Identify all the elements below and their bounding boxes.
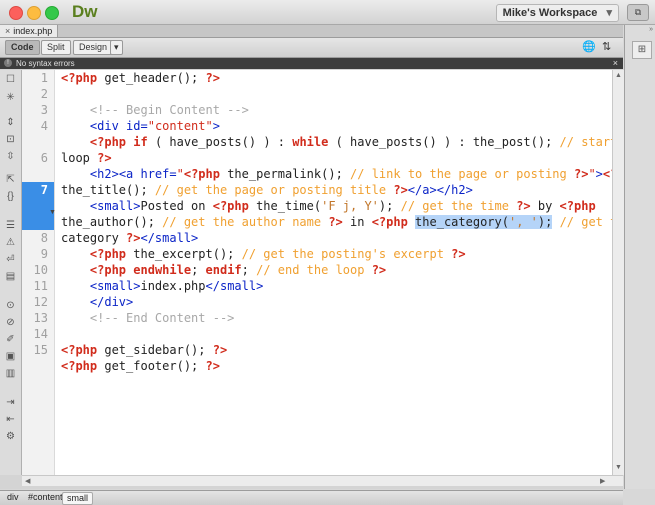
- scroll-left-icon[interactable]: ◀: [25, 477, 30, 485]
- document-toolbar: Code Split Design ▾ 🌐 ⇅: [0, 38, 623, 58]
- code-line: the_title(); // get the page or posting …: [61, 183, 473, 197]
- syntax-status-text: No syntax errors: [16, 59, 75, 68]
- line-number-gutter: 1 2 3 4 6 7 8 9 10 11 12 13 14 15: [22, 70, 55, 475]
- selected-text: the_category(', ');: [415, 215, 553, 229]
- horizontal-scrollbar[interactable]: ◀ ▶: [22, 475, 623, 486]
- outdent-code-icon[interactable]: ⇤: [4, 414, 17, 426]
- tag-selector-small[interactable]: small: [62, 492, 94, 505]
- code-line: the_author(); // get the author name ?> …: [61, 215, 612, 229]
- code-line: category ?></small>: [61, 231, 199, 245]
- view-dropdown[interactable]: ▾: [110, 40, 123, 55]
- line-number: 9: [40, 247, 48, 261]
- zoom-window-button[interactable]: [45, 6, 59, 20]
- code-line: <?php get_footer(); ?>: [61, 359, 220, 373]
- code-editor[interactable]: <?php get_header(); ?> <!-- Begin Conten…: [55, 70, 612, 475]
- balance-braces-icon[interactable]: {}: [4, 191, 17, 203]
- tag-selector-content[interactable]: #content: [24, 492, 67, 503]
- code-line: <h2><a href="<?php the_permalink(); // l…: [89, 167, 612, 181]
- code-line: <small>Posted on <?php the_time('F j, Y'…: [89, 199, 596, 213]
- select-parent-tag-icon[interactable]: ⇱: [4, 174, 17, 186]
- line-number: 13: [33, 311, 48, 325]
- code-line: <!-- End Content -->: [61, 311, 235, 325]
- scroll-up-icon[interactable]: ▲: [615, 72, 622, 79]
- indent-code-icon[interactable]: ⇥: [4, 397, 17, 409]
- line-number: 8: [40, 231, 48, 245]
- info-icon: !: [4, 59, 12, 67]
- collapse-panel-icon[interactable]: »: [649, 26, 653, 33]
- code-line: <?php endwhile; endif; // end the loop ?…: [89, 263, 387, 277]
- expand-all-icon[interactable]: ⇳: [4, 151, 17, 163]
- apply-comment-icon[interactable]: ⊙: [4, 300, 17, 312]
- document-window: × index.php Code Split Design ▾ 🌐 ⇅ ! No …: [0, 25, 624, 505]
- workspace-switcher[interactable]: Mike's Workspace ▾: [495, 4, 619, 22]
- collapse-selection-icon[interactable]: ⊡: [4, 134, 17, 146]
- format-source-icon[interactable]: ⚙: [4, 431, 17, 443]
- line-number: 2: [40, 87, 48, 101]
- code-view-button[interactable]: Code: [5, 40, 40, 55]
- globe-icon[interactable]: 🌐: [582, 40, 596, 53]
- remove-comment-icon[interactable]: ⊘: [4, 317, 17, 329]
- code-line: <small>index.php</small>: [89, 279, 264, 293]
- collapse-full-tag-icon[interactable]: ⇕: [4, 117, 17, 129]
- document-tab-bar: × index.php: [0, 25, 623, 38]
- close-window-button[interactable]: [9, 6, 23, 20]
- design-view-button[interactable]: Design: [73, 40, 114, 55]
- chevron-down-icon: ▾: [606, 7, 612, 19]
- recent-snippets-icon[interactable]: ▣: [4, 351, 17, 363]
- panel-layout-icon: ⧉: [634, 7, 642, 17]
- sort-icon[interactable]: ⇅: [602, 40, 611, 53]
- line-number: 6: [40, 151, 48, 165]
- close-icon[interactable]: ×: [5, 26, 10, 36]
- minimize-window-button[interactable]: [27, 6, 41, 20]
- coding-toolbar: ☐ ✳ ⇕ ⊡ ⇳ ⇱ {} ☰ ⚠ ⏎ ▤ ⊙ ⊘ ✐ ▣ ▥ ⇥ ⇤ ⚙: [0, 70, 22, 475]
- document-tab[interactable]: × index.php: [0, 25, 59, 37]
- syntax-coloring-icon[interactable]: ▤: [4, 271, 17, 283]
- open-documents-icon[interactable]: ☐: [4, 74, 17, 86]
- code-line: <?php the_excerpt(); // get the posting'…: [89, 247, 466, 261]
- line-number: 10: [33, 263, 48, 277]
- word-wrap-icon[interactable]: ⏎: [4, 254, 17, 266]
- vertical-scrollbar[interactable]: ▲ ▼: [612, 70, 624, 475]
- line-number: 15: [33, 343, 48, 357]
- workspace-label: Mike's Workspace: [502, 7, 598, 19]
- code-line: </div>: [89, 295, 134, 309]
- move-css-icon[interactable]: ▥: [4, 368, 17, 380]
- document-tab-label: index.php: [13, 26, 53, 36]
- code-line: <?php get_header(); ?>: [61, 71, 220, 85]
- panel-layout-button[interactable]: ⧉: [627, 4, 649, 21]
- highlight-invalid-code-icon[interactable]: ⚠: [4, 237, 17, 249]
- close-icon[interactable]: ×: [613, 58, 618, 69]
- scroll-down-icon[interactable]: ▼: [615, 464, 622, 471]
- site-map-icon[interactable]: ⊞: [632, 41, 652, 59]
- line-number: 14: [33, 327, 48, 341]
- line-number: [22, 134, 54, 150]
- line-number: 4: [40, 119, 48, 133]
- line-number: 12: [33, 295, 48, 309]
- tag-selector-bar: div #content small: [0, 490, 623, 505]
- scroll-right-icon[interactable]: ▶: [600, 477, 605, 485]
- code-line: loop ?>: [61, 151, 112, 165]
- code-line: <?php if ( have_posts() ) : while ( have…: [89, 135, 612, 149]
- line-number: 1: [40, 71, 48, 85]
- show-code-navigator-icon[interactable]: ✳: [4, 92, 17, 104]
- wrap-tag-icon[interactable]: ✐: [4, 334, 17, 346]
- line-number: [22, 166, 54, 182]
- title-bar: Dw Mike's Workspace ▾ ⧉: [0, 0, 655, 25]
- line-numbers-icon[interactable]: ☰: [4, 220, 17, 232]
- code-line: <div id="content">: [89, 119, 220, 133]
- code-line: <?php get_sidebar(); ?>: [61, 343, 228, 357]
- right-panel-dock: » ⊞: [624, 25, 655, 489]
- code-line: <!-- Begin Content -->: [61, 103, 249, 117]
- syntax-status-bar: ! No syntax errors ×: [0, 58, 623, 69]
- line-number: 3: [40, 103, 48, 117]
- app-logo: Dw: [72, 2, 98, 21]
- tag-selector-div[interactable]: div: [3, 492, 23, 503]
- line-number: 11: [33, 279, 48, 293]
- current-line-number: 7: [22, 182, 54, 230]
- split-view-button[interactable]: Split: [41, 40, 71, 55]
